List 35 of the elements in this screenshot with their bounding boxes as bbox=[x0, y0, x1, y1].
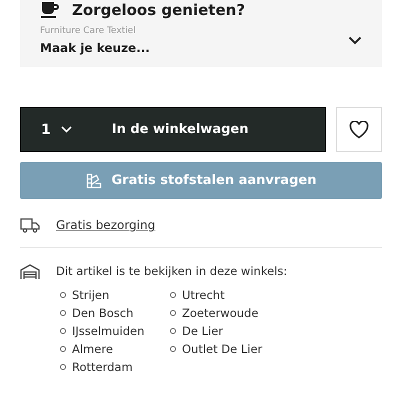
store-name: Rotterdam bbox=[72, 360, 133, 374]
swatch-icon bbox=[86, 172, 102, 188]
add-to-cart-button[interactable]: 1 In de winkelwagen bbox=[20, 107, 326, 152]
store-name: Almere bbox=[72, 342, 113, 356]
delivery-link[interactable]: Gratis bezorging bbox=[56, 218, 156, 232]
store-name: Den Bosch bbox=[72, 306, 134, 320]
store-name: Strijen bbox=[72, 288, 110, 302]
bullet-icon bbox=[60, 346, 66, 352]
store-name: Utrecht bbox=[182, 288, 225, 302]
chevron-down-icon bbox=[348, 36, 362, 45]
store-name: Outlet De Lier bbox=[182, 342, 262, 356]
store-name: De Lier bbox=[182, 324, 223, 338]
cart-label: In de winkelwagen bbox=[112, 122, 248, 137]
store-name: IJsselmuiden bbox=[72, 324, 144, 338]
bullet-icon bbox=[60, 328, 66, 334]
select-label: Furniture Care Textiel bbox=[40, 26, 137, 36]
bullet-icon bbox=[170, 346, 176, 352]
truck-icon bbox=[20, 218, 40, 232]
wishlist-button[interactable] bbox=[336, 107, 382, 152]
bullet-icon bbox=[170, 292, 176, 298]
store-icon bbox=[20, 264, 40, 280]
bullet-icon bbox=[60, 292, 66, 298]
chevron-down-icon bbox=[60, 126, 72, 133]
bullet-icon bbox=[170, 328, 176, 334]
bullet-icon bbox=[60, 364, 66, 370]
heart-icon bbox=[349, 120, 369, 138]
stores-intro: Dit artikel is te bekijken in deze winkels: bbox=[56, 264, 288, 278]
cup-icon bbox=[40, 1, 60, 19]
bullet-icon bbox=[170, 310, 176, 316]
quantity-select[interactable]: 1 bbox=[41, 122, 72, 138]
bullet-icon bbox=[60, 310, 66, 316]
store-name: Zoeterwoude bbox=[182, 306, 258, 320]
panel-title: Zorgeloos genieten? bbox=[72, 1, 246, 19]
select-value: Maak je keuze... bbox=[40, 41, 150, 55]
care-select[interactable]: Furniture Care Textiel Maak je keuze... bbox=[40, 26, 362, 55]
